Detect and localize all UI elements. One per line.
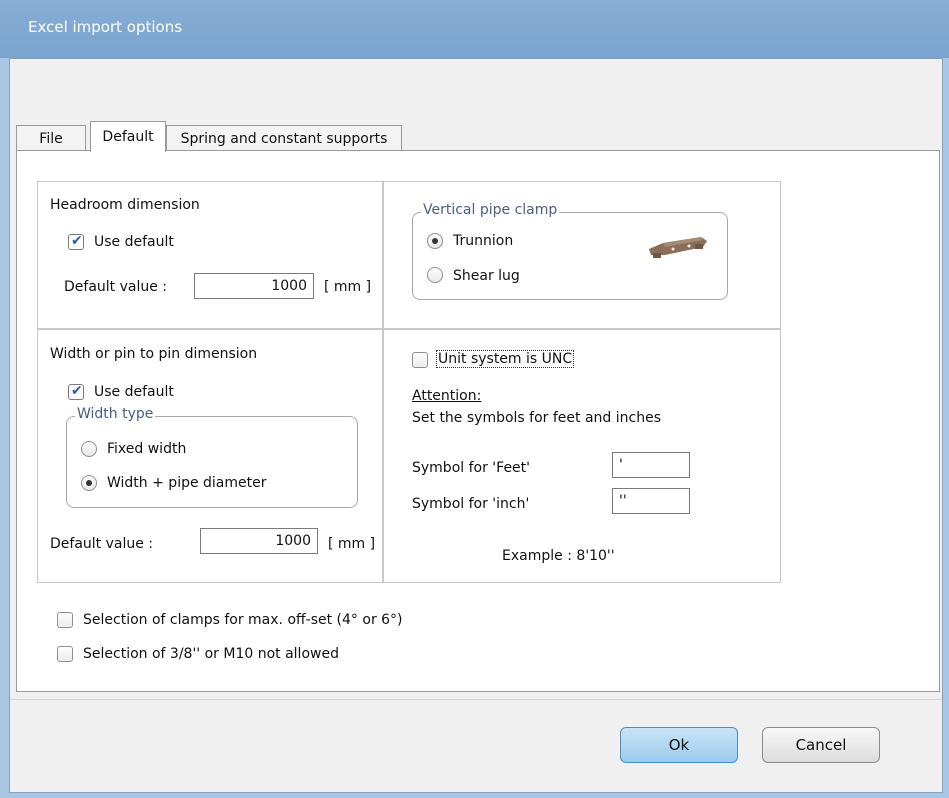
headroom-use-default-checkbox[interactable]: ✔ xyxy=(68,233,84,250)
headroom-default-value-input[interactable]: 1000 xyxy=(194,273,314,299)
inch-symbol-input[interactable]: '' xyxy=(612,488,690,514)
ok-button[interactable]: Ok xyxy=(620,727,738,763)
max-offset-checkbox[interactable] xyxy=(57,612,73,628)
top-strip xyxy=(10,59,942,117)
dialog-client: File Default Spring and constant support… xyxy=(9,58,943,793)
button-bar: Ok Cancel xyxy=(10,699,942,793)
unc-checkbox[interactable] xyxy=(412,352,428,368)
vertical-clamp-legend: Vertical pipe clamp xyxy=(421,202,560,218)
tab-spring-supports[interactable]: Spring and constant supports xyxy=(166,125,402,151)
width-plus-diameter-label: Width + pipe diameter xyxy=(107,475,267,491)
feet-symbol-input[interactable]: ' xyxy=(612,452,690,478)
width-title: Width or pin to pin dimension xyxy=(50,346,258,362)
fixed-width-label: Fixed width xyxy=(107,441,187,457)
inch-symbol-label: Symbol for 'inch' xyxy=(412,496,530,512)
feet-symbol-label: Symbol for 'Feet' xyxy=(412,460,531,476)
radio-dot xyxy=(432,238,438,244)
tab-file[interactable]: File xyxy=(16,125,86,151)
fixed-width-radio[interactable] xyxy=(81,441,97,457)
trunnion-radio[interactable] xyxy=(427,233,443,249)
width-default-value-input[interactable]: 1000 xyxy=(200,528,318,554)
attention-text: Set the symbols for feet and inches xyxy=(412,410,661,426)
m10-not-allowed-checkbox[interactable] xyxy=(57,646,73,662)
width-default-value-label: Default value : xyxy=(50,536,154,552)
shear-lug-label: Shear lug xyxy=(453,268,520,284)
vertical-clamp-group: Vertical pipe clamp Trunnion Shear lug xyxy=(383,181,781,329)
check-icon: ✔ xyxy=(71,233,83,249)
headroom-unit: [ mm ] xyxy=(324,279,372,295)
width-group: Width or pin to pin dimension ✔ Use defa… xyxy=(37,329,383,583)
unit-system-group: Unit system is UNC Attention: Set the sy… xyxy=(383,329,781,583)
trunnion-label: Trunnion xyxy=(453,233,514,249)
max-offset-label: Selection of clamps for max. off-set (4°… xyxy=(83,612,403,628)
headroom-group: Headroom dimension ✔ Use default Default… xyxy=(37,181,383,329)
cancel-button[interactable]: Cancel xyxy=(762,727,880,763)
tab-default[interactable]: Default xyxy=(90,121,166,152)
tab-page-default: Headroom dimension ✔ Use default Default… xyxy=(16,150,940,692)
radio-dot xyxy=(86,480,92,486)
attention-label: Attention: xyxy=(412,388,482,404)
dialog-window: Excel import options File Default Spring… xyxy=(0,0,949,798)
headroom-title: Headroom dimension xyxy=(50,197,200,213)
check-icon: ✔ xyxy=(71,383,83,399)
m10-not-allowed-label: Selection of 3/8'' or M10 not allowed xyxy=(83,646,339,662)
vertical-clamp-fieldset: Vertical pipe clamp Trunnion Shear lug xyxy=(412,202,728,300)
width-plus-diameter-radio[interactable] xyxy=(81,475,97,491)
unc-label: Unit system is UNC xyxy=(436,350,575,368)
window-title: Excel import options xyxy=(28,18,183,36)
width-use-default-label: Use default xyxy=(94,384,174,400)
example-text: Example : 8'10'' xyxy=(502,548,615,564)
width-type-legend: Width type xyxy=(75,406,156,422)
width-use-default-checkbox[interactable]: ✔ xyxy=(68,383,84,400)
pipe-clamp-image xyxy=(643,227,713,267)
width-unit: [ mm ] xyxy=(328,536,376,552)
headroom-use-default-label: Use default xyxy=(94,234,174,250)
shear-lug-radio[interactable] xyxy=(427,267,443,283)
width-type-fieldset: Width type Fixed width Width + pipe diam… xyxy=(66,406,358,508)
title-bar[interactable]: Excel import options xyxy=(0,0,949,58)
headroom-default-value-label: Default value : xyxy=(64,279,168,295)
